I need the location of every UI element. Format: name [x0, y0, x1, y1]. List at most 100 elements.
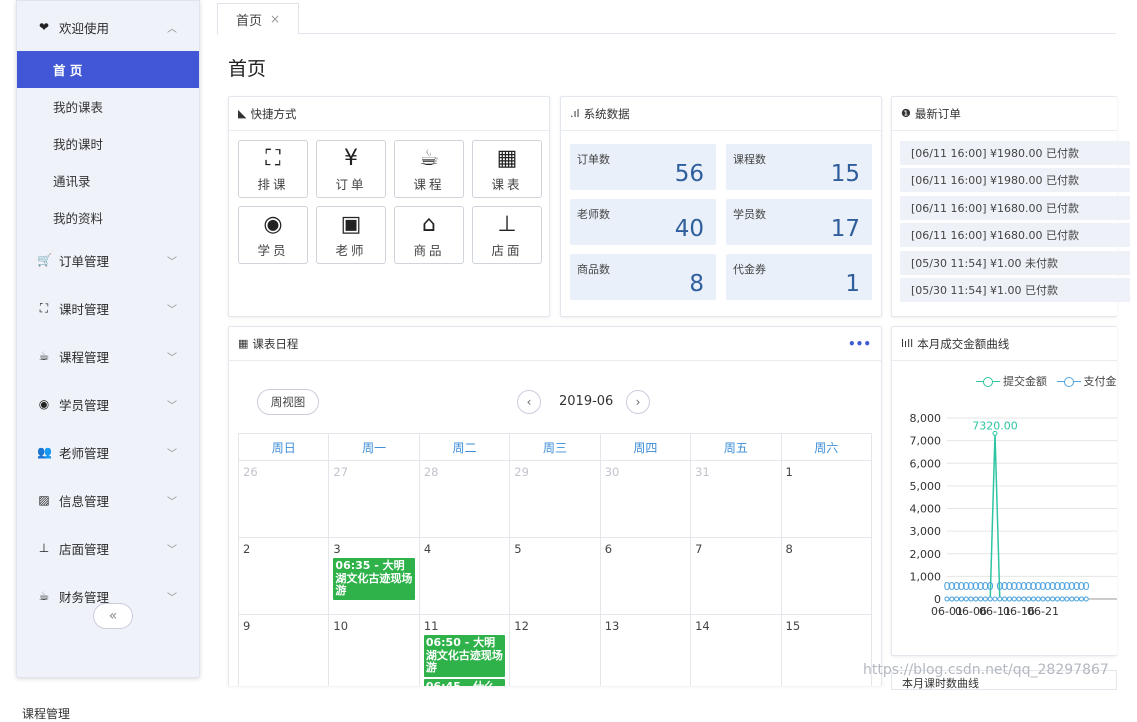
stat-card[interactable]: 老师数 40 — [570, 199, 716, 245]
series-point — [1006, 596, 1012, 602]
calendar-day-cell[interactable]: 11 06:50 - 大明湖文化古迹现场游06:45 - 什么是 — [418, 614, 511, 686]
y-tick-label: 8,000 — [910, 412, 942, 425]
stat-card[interactable]: 代金券 1 — [726, 254, 872, 300]
sidebar-group-6[interactable]: ▨ 信息管理 ﹀ — [17, 476, 199, 524]
calendar-day-cell[interactable]: 5 — [509, 537, 601, 615]
calendar-day-cell[interactable]: 9 — [237, 614, 330, 686]
next-month-button[interactable]: › — [626, 390, 650, 414]
collapse-sidebar-button[interactable]: « — [93, 603, 133, 629]
sidebar-group-5[interactable]: 👥 老师管理 ﹀ — [17, 428, 199, 476]
series-point — [1054, 596, 1060, 602]
order-item[interactable]: [05/30 11:54] ¥1.00 已付款 — [900, 277, 1130, 302]
calendar-event[interactable]: 06:35 - 大明湖文化古迹现场游 — [333, 558, 415, 600]
stat-card[interactable]: 订单数 56 — [570, 144, 716, 190]
series-point — [1064, 596, 1070, 602]
sidebar-group-3[interactable]: ☕ 课程管理 ﹀ — [17, 332, 199, 380]
calendar-day-cell[interactable]: 30 — [599, 460, 692, 538]
stat-value: 17 — [830, 216, 860, 242]
sidebar-group-7[interactable]: ⊥ 店面管理 ﹀ — [17, 524, 199, 572]
week-view-button[interactable]: 周视图 — [257, 389, 319, 415]
tab-home-label: 首页 — [236, 13, 263, 29]
order-item[interactable]: [05/30 11:54] ¥1.00 未付款 — [900, 250, 1130, 275]
day-number: 2 — [243, 542, 251, 556]
calendar-day-cell[interactable]: 14 — [690, 614, 782, 686]
calendar-day-cell[interactable]: 12 — [509, 614, 601, 686]
quick-shopping-bag-button[interactable]: ⌂ 商品 — [394, 206, 464, 264]
day-number: 11 — [423, 619, 439, 633]
quick-access-title: 快捷方式 — [250, 106, 297, 121]
calendar-day-cell[interactable]: 13 — [599, 614, 692, 686]
day-number: 14 — [695, 619, 710, 633]
calendar-icon: ▦ — [496, 145, 518, 171]
more-icon[interactable]: ••• — [848, 337, 871, 351]
series-point — [1045, 596, 1051, 602]
day-number: 1 — [785, 465, 793, 479]
calendar-controls: 周视图 ‹ 2019-06 › — [257, 389, 857, 417]
stat-card[interactable]: 商品数 8 — [570, 254, 716, 300]
calendar-day-cell[interactable]: 4 — [418, 537, 511, 615]
order-item[interactable]: [06/11 16:00] ¥1680.00 已付款 — [900, 223, 1130, 248]
calendar-day-cell[interactable]: 6 — [599, 537, 692, 615]
calendar-event[interactable]: 06:50 - 大明湖文化古迹现场游 — [423, 635, 506, 677]
sidebar-item-1[interactable]: 我的课表 — [17, 88, 199, 125]
calendar-event[interactable]: 06:45 - 什么是 — [423, 678, 506, 686]
quick-button-label: 学员 — [257, 242, 289, 258]
order-item[interactable]: [06/11 16:00] ¥1980.00 已付款 — [900, 168, 1130, 193]
calendar-day-cell[interactable]: 15 — [780, 614, 873, 686]
calendar-day-cell[interactable]: 2 — [237, 537, 330, 615]
series-point — [1026, 596, 1032, 602]
sidebar-item-3[interactable]: 通讯录 — [17, 162, 199, 199]
monthly-amount-chart-panel: lıll 本月成交金额曲线 提交金额 支付金额 8,0007,0006,0005… — [891, 326, 1117, 656]
sidebar-group-2[interactable]: ⛶ 课时管理 ﹀ — [17, 284, 199, 332]
quick-contact-book-button[interactable]: ▣ 老师 — [316, 206, 386, 264]
weekday-header: 周二 — [418, 433, 511, 461]
calendar-day-cell[interactable]: 1 — [780, 460, 873, 538]
calendar-day-cell[interactable]: 31 — [690, 460, 782, 538]
day-number: 9 — [243, 619, 251, 633]
sidebar-group-4[interactable]: ◉ 学员管理 ﹀ — [17, 380, 199, 428]
stat-label: 学员数 — [733, 208, 766, 221]
day-number: 26 — [243, 465, 258, 479]
page-title: 首页 — [228, 58, 267, 80]
calendar-day-cell[interactable]: 7 — [690, 537, 782, 615]
sidebar-item-2[interactable]: 我的课时 — [17, 125, 199, 162]
calendar-day-cell[interactable]: 10 — [328, 614, 420, 686]
y-tick-label: 4,000 — [910, 503, 942, 516]
calendar-day-cell[interactable]: 3 06:35 - 大明湖文化古迹现场游 — [328, 537, 420, 615]
chevron-down-icon: ﹀ — [167, 400, 177, 412]
quick-button-label: 老师 — [335, 242, 367, 258]
series-point — [987, 596, 993, 602]
quick-calendar-button[interactable]: ▦ 课表 — [472, 140, 542, 198]
day-number: 28 — [423, 465, 439, 479]
quick-sitemap-button[interactable]: ⊥ 店面 — [472, 206, 542, 264]
calendar-day-cell[interactable]: 28 — [418, 460, 511, 538]
quick-crop-button[interactable]: ⛶ 排课 — [238, 140, 308, 198]
system-data-header: .ıl 系统数据 — [561, 97, 881, 131]
stat-label: 商品数 — [577, 263, 610, 276]
series-point — [1040, 596, 1046, 602]
contact-book-icon: ▣ — [340, 211, 362, 237]
calendar-day-cell[interactable]: 8 — [780, 537, 873, 615]
stat-card[interactable]: 学员数 17 — [726, 199, 872, 245]
calendar-title: 课表日程 — [252, 336, 299, 351]
calendar-day-cell[interactable]: 29 — [509, 460, 601, 538]
calendar-icon: ▦ — [238, 337, 249, 350]
sidebar-group-1[interactable]: 🛒 订单管理 ﹀ — [17, 236, 199, 284]
stat-card[interactable]: 课程数 15 — [726, 144, 872, 190]
quick-yen-button[interactable]: ¥ 订单 — [316, 140, 386, 198]
sidebar-group-0[interactable]: ❤ 欢迎使用 ︿ — [17, 3, 199, 51]
order-item[interactable]: [06/11 16:00] ¥1980.00 已付款 — [900, 141, 1130, 165]
prev-month-button[interactable]: ‹ — [517, 390, 541, 414]
calendar-day-cell[interactable]: 27 — [328, 460, 420, 538]
close-icon[interactable]: × — [270, 12, 280, 26]
series-point — [1069, 596, 1075, 602]
stat-value: 1 — [845, 271, 860, 297]
quick-coffee-button[interactable]: ☕ 课程 — [394, 140, 464, 198]
calendar-day-cell[interactable]: 26 — [237, 460, 330, 538]
sidebar-item-0[interactable]: 首 页 — [17, 51, 199, 88]
quick-user-circle-button[interactable]: ◉ 学员 — [238, 206, 308, 264]
order-item[interactable]: [06/11 16:00] ¥1680.00 已付款 — [900, 195, 1130, 220]
coffee-icon: ☕ — [419, 145, 439, 171]
tab-home[interactable]: 首页 × — [217, 3, 300, 35]
sidebar-item-4[interactable]: 我的资料 — [17, 199, 199, 236]
